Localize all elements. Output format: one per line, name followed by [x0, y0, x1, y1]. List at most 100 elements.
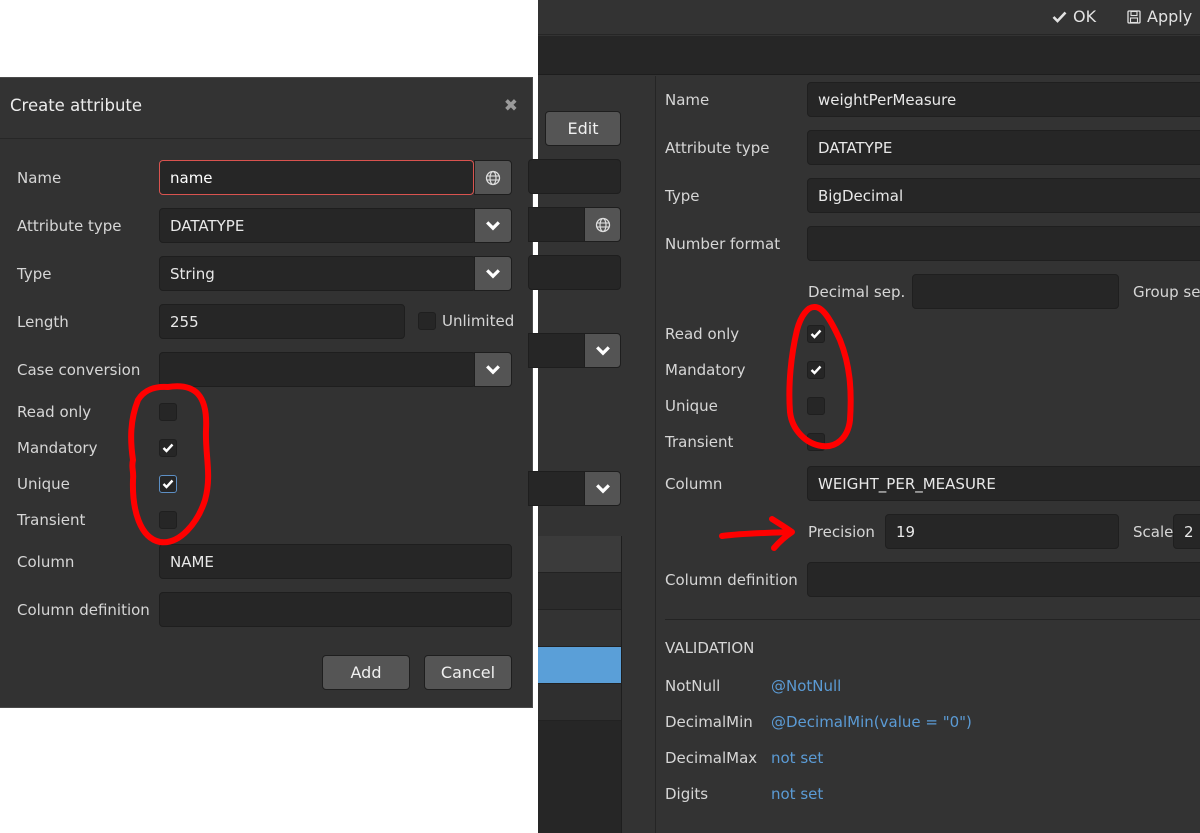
scale-label: Scale — [1133, 523, 1174, 541]
length-value: 255 — [170, 312, 199, 331]
precision-value: 19 — [896, 522, 916, 541]
create-attribute-dialog: Create attribute ✖ Name name Attribute t… — [0, 77, 533, 708]
add-button[interactable]: Add — [322, 655, 410, 690]
column-input[interactable]: WEIGHT_PER_MEASURE — [807, 466, 1200, 501]
validation-label-decimalmax: DecimalMax — [665, 749, 758, 767]
scale-input[interactable]: 2 — [1173, 514, 1200, 549]
attribute-type-select[interactable]: DATATYPE — [159, 208, 476, 243]
length-input[interactable]: 255 — [159, 304, 405, 339]
checkmark-icon — [162, 443, 174, 453]
name-label: Name — [665, 91, 710, 109]
type-value: String — [170, 264, 215, 283]
validation-link-decimalmin[interactable]: @DecimalMin(value = "0") — [771, 713, 972, 731]
name-input[interactable]: weightPerMeasure — [807, 82, 1200, 117]
type-label: Type — [665, 187, 700, 205]
read-only-label: Read only — [665, 325, 740, 343]
precision-label: Precision — [808, 523, 875, 541]
unique-checkbox[interactable] — [807, 397, 825, 415]
dialog-title: Create attribute — [10, 96, 143, 115]
left-localization-button[interactable] — [584, 207, 621, 242]
validation-link-digits[interactable]: not set — [771, 785, 823, 803]
apply-button[interactable]: Apply — [1127, 7, 1192, 26]
list-item[interactable] — [538, 610, 621, 647]
unique-label: Unique — [17, 475, 70, 493]
checkmark-icon — [810, 329, 822, 339]
column-definition-input[interactable] — [807, 562, 1200, 597]
left-input-3[interactable] — [528, 255, 621, 290]
ok-label: OK — [1073, 7, 1097, 26]
group-sep-label: Group se — [1133, 283, 1200, 301]
column-definition-input[interactable] — [159, 592, 512, 627]
name-value: weightPerMeasure — [818, 90, 957, 109]
column-value: WEIGHT_PER_MEASURE — [818, 474, 996, 493]
scale-value: 2 — [1184, 522, 1194, 541]
left-select-1[interactable] — [528, 333, 586, 368]
name-input[interactable]: name — [159, 160, 474, 195]
mandatory-checkbox[interactable] — [159, 439, 177, 457]
column-label: Column — [17, 553, 75, 571]
cancel-button[interactable]: Cancel — [424, 655, 512, 690]
mandatory-label: Mandatory — [665, 361, 746, 379]
secondary-bar — [538, 36, 1200, 75]
read-only-checkbox[interactable] — [159, 403, 177, 421]
chevron-down-icon — [486, 268, 500, 278]
unlimited-checkbox[interactable] — [418, 312, 436, 330]
globe-icon — [595, 217, 610, 232]
precision-input[interactable]: 19 — [885, 514, 1119, 549]
type-label: Type — [17, 265, 52, 283]
check-icon — [1052, 11, 1067, 23]
chevron-down-icon — [486, 220, 500, 230]
left-input-2[interactable] — [528, 207, 586, 242]
validation-link-decimalmax[interactable]: not set — [771, 749, 823, 767]
column-definition-label: Column definition — [665, 571, 798, 589]
unlimited-label: Unlimited — [442, 312, 515, 330]
transient-checkbox[interactable] — [159, 511, 177, 529]
validation-label-decimalmin: DecimalMin — [665, 713, 753, 731]
read-only-label: Read only — [17, 403, 92, 421]
validation-label-notnull: NotNull — [665, 677, 721, 695]
case-conversion-select[interactable] — [159, 352, 476, 387]
column-input[interactable]: NAME — [159, 544, 512, 579]
transient-label: Transient — [17, 511, 86, 529]
dialog-header: Create attribute ✖ — [0, 78, 532, 139]
apply-label: Apply — [1147, 7, 1193, 26]
left-input-1[interactable] — [528, 159, 621, 194]
section-divider — [665, 619, 1200, 620]
case-conversion-dropdown-button[interactable] — [474, 352, 512, 387]
decimal-sep-input[interactable] — [912, 274, 1119, 309]
type-select[interactable]: String — [159, 256, 476, 291]
number-format-label: Number format — [665, 235, 781, 253]
close-icon[interactable]: ✖ — [504, 96, 518, 116]
attribute-type-dropdown-button[interactable] — [474, 208, 512, 243]
column-definition-label: Column definition — [17, 601, 150, 619]
type-value: BigDecimal — [818, 186, 904, 205]
read-only-checkbox[interactable] — [807, 325, 825, 343]
list-item[interactable] — [538, 684, 621, 721]
transient-label: Transient — [665, 433, 734, 451]
mandatory-checkbox[interactable] — [807, 361, 825, 379]
unique-label: Unique — [665, 397, 718, 415]
left-select-1-dropdown[interactable] — [584, 333, 621, 368]
attribute-type-select[interactable]: DATATYPE — [807, 130, 1200, 165]
left-select-2[interactable] — [528, 471, 586, 506]
attribute-type-label: Attribute type — [665, 139, 770, 157]
type-select[interactable]: BigDecimal — [807, 178, 1200, 213]
attribute-type-value: DATATYPE — [170, 216, 245, 235]
mandatory-label: Mandatory — [17, 439, 98, 457]
validation-link-notnull[interactable]: @NotNull — [771, 677, 841, 695]
unique-checkbox[interactable] — [159, 475, 177, 493]
localization-button[interactable] — [474, 160, 512, 195]
ok-button[interactable]: OK — [1052, 7, 1096, 26]
left-select-2-dropdown[interactable] — [584, 471, 621, 506]
checkmark-icon — [162, 479, 174, 489]
edit-button[interactable]: Edit — [545, 111, 621, 146]
column-value: NAME — [170, 552, 214, 571]
list-item[interactable] — [538, 573, 621, 610]
column-label: Column — [665, 475, 723, 493]
type-dropdown-button[interactable] — [474, 256, 512, 291]
list-item-selected[interactable] — [538, 647, 621, 684]
transient-checkbox[interactable] — [807, 433, 825, 451]
number-format-input[interactable] — [807, 226, 1200, 261]
chevron-down-icon — [595, 345, 610, 355]
attribute-editor-screen: OK Apply Edit Name weightPerMeasure Attr… — [528, 0, 1200, 833]
